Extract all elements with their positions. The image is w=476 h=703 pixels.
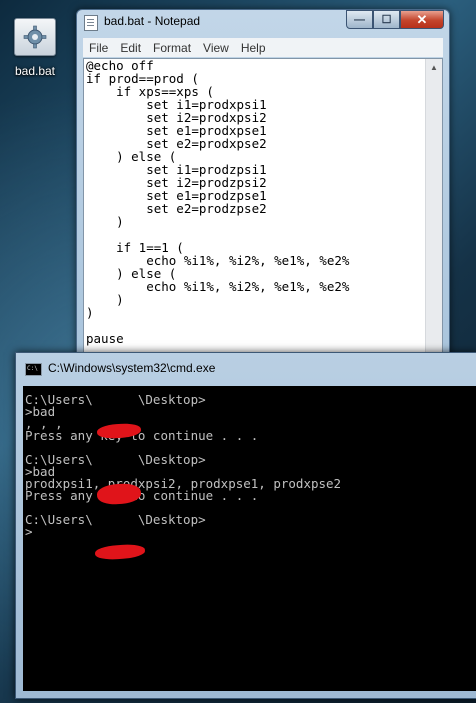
desktop-icon-label: bad.bat — [14, 64, 56, 78]
redaction-mark — [94, 543, 146, 561]
menu-file[interactable]: File — [83, 41, 114, 55]
maximize-button[interactable]: ☐ — [373, 10, 400, 29]
cmd-app-icon — [25, 363, 42, 376]
notepad-title: bad.bat - Notepad — [104, 14, 201, 28]
menu-help[interactable]: Help — [235, 41, 272, 55]
notepad-titlebar[interactable]: bad.bat - Notepad — ☐ ✕ — [77, 10, 449, 34]
window-controls: — ☐ ✕ — [346, 10, 444, 29]
notepad-menubar: File Edit Format View Help — [83, 38, 443, 57]
notepad-content[interactable]: @echo off if prod==prod ( if xps==xps ( … — [86, 59, 349, 345]
batch-file-gear-icon — [14, 18, 56, 56]
cmd-console[interactable]: C:\Users\ \Desktop> >bad , , , Press any… — [23, 386, 476, 691]
menu-view[interactable]: View — [197, 41, 235, 55]
cmd-output: C:\Users\ \Desktop> >bad , , , Press any… — [25, 392, 342, 539]
scroll-up-arrow-icon[interactable]: ▲ — [430, 63, 438, 72]
cmd-title[interactable]: C:\Windows\system32\cmd.exe — [48, 361, 215, 375]
menu-format[interactable]: Format — [147, 41, 197, 55]
notepad-app-icon — [84, 15, 98, 31]
vertical-scrollbar[interactable]: ▲ — [425, 59, 442, 369]
notepad-window: bad.bat - Notepad — ☐ ✕ File Edit Format… — [76, 9, 450, 371]
menu-edit[interactable]: Edit — [114, 41, 147, 55]
close-button[interactable]: ✕ — [400, 10, 444, 29]
notepad-text-area[interactable]: @echo off if prod==prod ( if xps==xps ( … — [83, 58, 443, 370]
minimize-button[interactable]: — — [346, 10, 373, 29]
desktop-icon-bad-bat[interactable]: bad.bat — [8, 18, 62, 78]
cmd-window: C:\Windows\system32\cmd.exe C:\Users\ \D… — [15, 352, 476, 699]
